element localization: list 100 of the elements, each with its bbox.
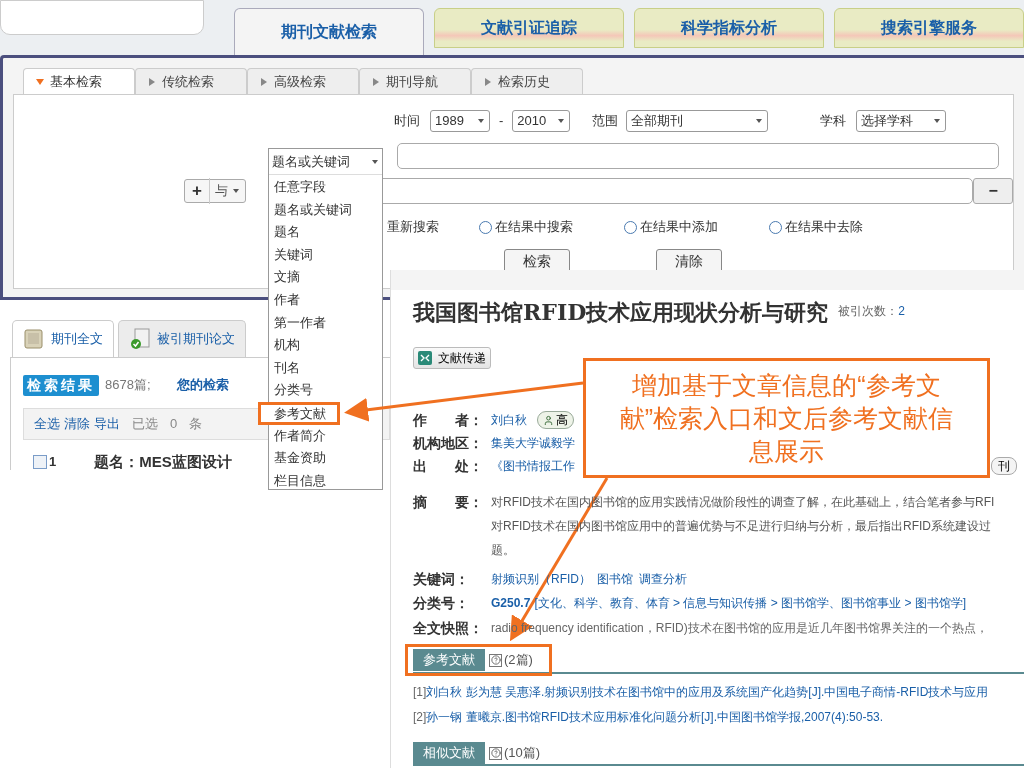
main-tab[interactable]: 文献引证追踪	[434, 8, 624, 48]
reference-index: [2]	[413, 710, 427, 724]
search-tab[interactable]: 期刊导航	[359, 68, 471, 94]
keyword-link[interactable]: 图书馆	[597, 570, 633, 588]
section-count: (2篇)	[504, 651, 533, 670]
dropdown-option[interactable]: 参考文献	[258, 401, 340, 425]
author-badge[interactable]: 高	[537, 411, 574, 429]
org-link[interactable]: 集美大学诚毅学	[491, 434, 575, 452]
query-label: 您的检索	[176, 376, 229, 395]
field-select[interactable]: 题名或关键词	[269, 149, 382, 175]
dropdown-option[interactable]: 文摘	[269, 266, 382, 289]
toolbar-link[interactable]: 导出	[94, 414, 120, 434]
time-label: 时间	[394, 112, 420, 131]
dropdown-option[interactable]: 刊名	[269, 356, 382, 380]
caret-icon	[371, 158, 379, 165]
year-select[interactable]: 2010	[512, 110, 571, 132]
section-tab[interactable]: 参考文献	[413, 649, 485, 671]
section-tab[interactable]: 相似文献	[413, 742, 485, 764]
author-link[interactable]: 刘白秋	[491, 411, 527, 429]
result-tab[interactable]: 期刊全文	[12, 320, 114, 357]
main-tab[interactable]: 科学指标分析	[634, 8, 824, 48]
toolbar-link[interactable]: 清除	[64, 414, 90, 434]
action-button[interactable]: 检索	[504, 249, 570, 273]
abstract-text: 对RFID技术在国内图书馆的应用实践情况做阶段性的调查了解，在此基础上，结合笔者参与RFI	[491, 494, 995, 511]
search-tab[interactable]: 基本检索	[23, 68, 135, 94]
logic-select[interactable]: 与	[209, 181, 245, 201]
reference-link[interactable]: 孙一钢 董曦京.图书馆RFID技术应用标准化问题分析[J].中国图书馆学报,2007(4):50-53.	[426, 710, 884, 724]
abstract-text: 对RFID技术在国内图书馆应用中的普遍优势与不足进行归纳与分析，最后指出RFID系统建设过	[491, 518, 992, 535]
unit-label: 条	[189, 415, 203, 434]
year-select[interactable]: 1989	[430, 110, 490, 132]
reference-index: [1]	[413, 685, 427, 699]
option-label: 重新搜索	[387, 218, 440, 237]
radio-option[interactable]: 在结果中添加	[624, 217, 769, 237]
delivery-icon	[418, 351, 432, 365]
triangle-right-icon	[148, 77, 156, 86]
article-title: 我国图书馆RFID技术应用现状分析与研究	[413, 297, 829, 327]
dropdown-option[interactable]: 题名或关键词	[269, 198, 382, 222]
caret-icon	[477, 118, 485, 124]
triangle-right-icon	[372, 77, 380, 86]
dropdown-option[interactable]: 栏目信息	[269, 469, 382, 493]
search-tab[interactable]: 传统检索	[135, 68, 247, 94]
help-icon	[489, 746, 502, 760]
result-tab[interactable]: 被引期刊论文	[118, 320, 246, 357]
search-input[interactable]	[397, 143, 999, 169]
subject-label: 学科	[820, 112, 847, 131]
results-badge: 检索结果	[23, 374, 99, 396]
dropdown-option[interactable]: 分类号	[269, 379, 382, 402]
toolbar-link[interactable]: 全选	[34, 414, 60, 434]
subject-select[interactable]: 选择学科	[856, 110, 947, 132]
range-select[interactable]: 全部期刊	[626, 110, 769, 132]
dropdown-option[interactable]: 第一作者	[269, 311, 382, 335]
document-check-icon	[129, 328, 151, 350]
class-path: [文化、科学、教育、体育 > 信息与知识传播 > 图书馆学、图书馆事业 > 图书馆学]	[534, 595, 967, 612]
radio[interactable]	[624, 220, 637, 234]
reference-link[interactable]: 刘白秋 彭为慧 吴惠泽.射频识别技术在图书馆中的应用及系统国产化趋势[J].中国电子商情-RFID技术与应用	[426, 685, 989, 699]
search-tab[interactable]: 高级检索	[247, 68, 359, 94]
caret-icon	[557, 118, 566, 124]
field-label: 关键词：	[413, 569, 470, 589]
dropdown-option[interactable]: 题名	[269, 221, 382, 244]
abstract-text: 题。	[491, 542, 516, 559]
class-code[interactable]: G250.7	[491, 594, 531, 612]
checkbox[interactable]	[33, 455, 47, 469]
results-count: 8678篇;	[105, 376, 151, 395]
logic-control[interactable]: + 与	[184, 179, 246, 203]
radio-option[interactable]: 在结果中去除	[769, 217, 914, 237]
triangle-right-icon	[260, 77, 268, 86]
minus-button[interactable]: −	[973, 178, 1013, 204]
triangle-right-icon	[484, 77, 492, 86]
keyword-link[interactable]: 调查分析	[639, 570, 687, 588]
field-label: 出 处：	[413, 456, 484, 476]
dropdown-option[interactable]: 作者	[269, 288, 382, 312]
dropdown-option[interactable]: 作者简介	[269, 424, 382, 448]
caret-icon	[231, 188, 240, 194]
field-label: 机构地区：	[413, 433, 484, 453]
field-label: 作 者：	[413, 410, 484, 430]
field-label: 全文快照：	[413, 618, 484, 638]
action-button[interactable]: 清除	[656, 249, 722, 273]
source-link[interactable]: 《图书情报工作	[491, 457, 575, 475]
range-label: 范围	[592, 112, 619, 131]
plus-button[interactable]: +	[185, 178, 210, 204]
cited-label: 被引次数：	[838, 303, 899, 318]
main-tab[interactable]: 搜索引擎服务	[834, 8, 1024, 48]
keyword-link[interactable]: 射频识别（RFID）	[491, 570, 591, 588]
dropdown-option[interactable]: 基金资助	[269, 447, 382, 470]
search-tab[interactable]: 检索历史	[471, 68, 583, 94]
dropdown-option[interactable]: 机构	[269, 334, 382, 357]
person-icon	[543, 414, 554, 426]
field-label: 分类号：	[413, 593, 470, 613]
dropdown-option[interactable]: 关键词	[269, 243, 382, 267]
radio[interactable]	[479, 220, 492, 234]
delivery-button[interactable]: 文献传递	[413, 347, 491, 369]
main-tab[interactable]: 期刊文献检索	[234, 8, 424, 55]
radio-option[interactable]: 在结果中搜索	[479, 217, 624, 237]
dash-text: -	[499, 112, 504, 131]
book-icon	[23, 328, 45, 350]
row-number: 1	[49, 453, 57, 472]
result-title[interactable]: 题名：MES蓝图设计	[94, 450, 232, 474]
dropdown-option[interactable]: 任意字段	[269, 176, 382, 199]
cited-count[interactable]: 2	[898, 303, 905, 318]
radio[interactable]	[769, 220, 782, 234]
